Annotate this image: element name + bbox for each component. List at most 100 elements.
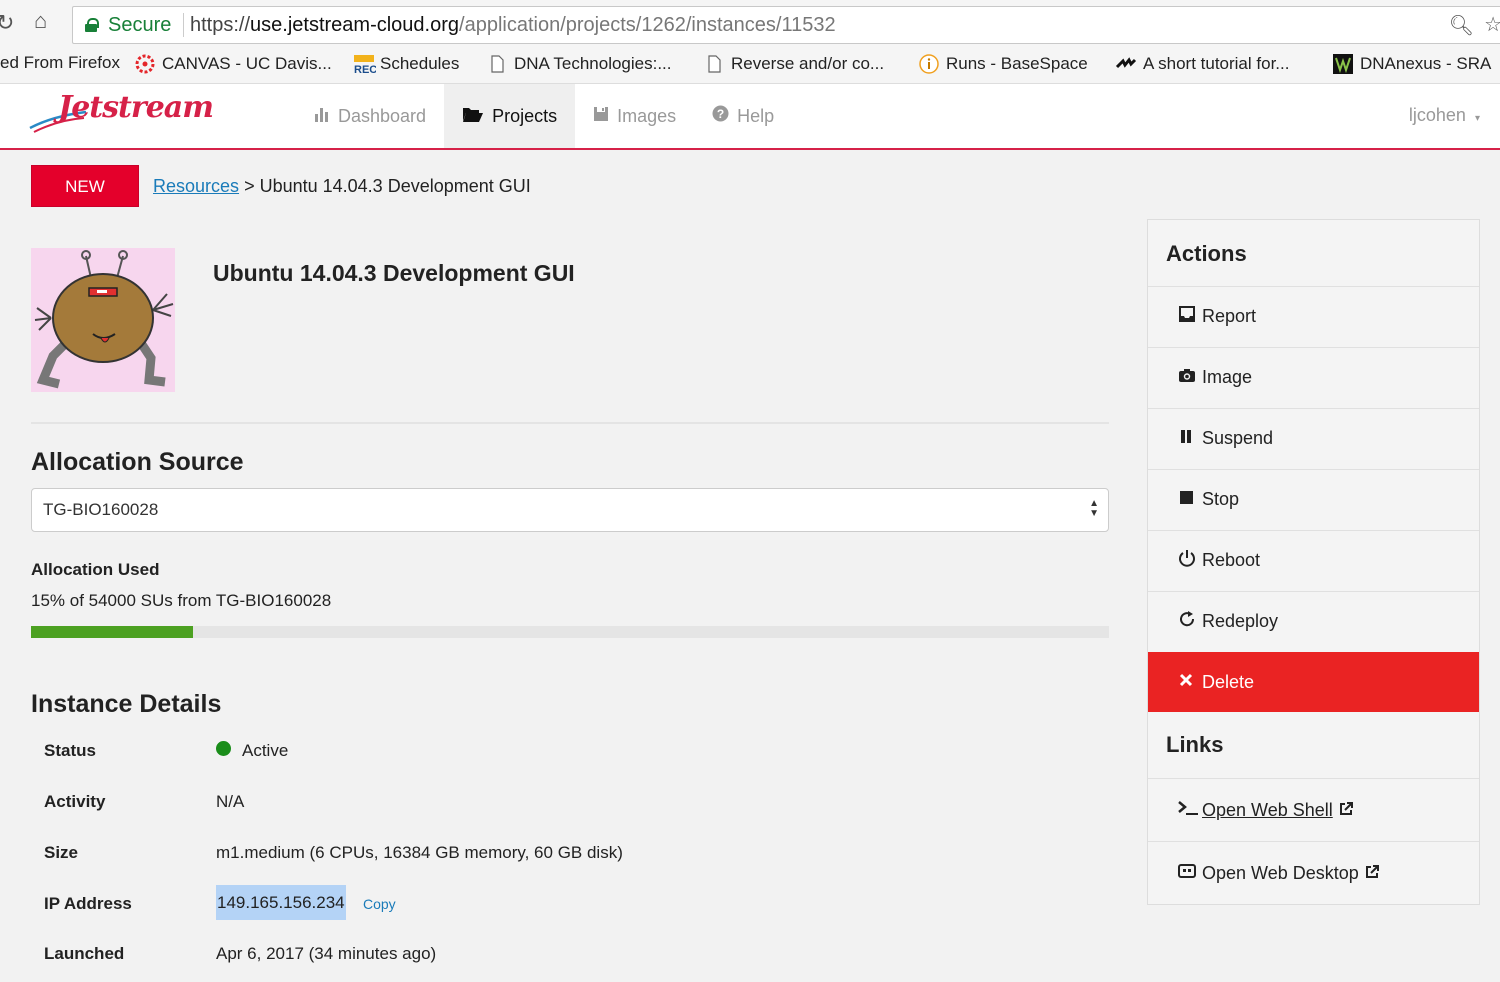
- refresh-icon: [1178, 610, 1200, 633]
- nav-dashboard[interactable]: Dashboard: [296, 84, 444, 148]
- main-nav: Dashboard Projects Images ? Help: [296, 84, 792, 148]
- username: ljcohen: [1408, 105, 1466, 125]
- allocation-source-select[interactable]: TG-BIO160028 ▲ ▼: [31, 488, 1109, 532]
- action-label: Reboot: [1202, 550, 1261, 570]
- detail-value-activity: N/A: [216, 792, 245, 811]
- stop-icon: [1178, 489, 1200, 510]
- jetstream-logo[interactable]: Jetstream: [28, 88, 214, 144]
- info-icon: [918, 53, 940, 75]
- allocation-progress-bar: [31, 626, 1109, 638]
- nav-projects[interactable]: Projects: [444, 84, 576, 148]
- bookmark-item[interactable]: DNAnexus - SRA: [1332, 53, 1491, 75]
- bookmark-label: ed From Firefox: [0, 53, 120, 72]
- action-redeploy[interactable]: Redeploy: [1148, 591, 1479, 651]
- url-text[interactable]: https://use.jetstream-cloud.org/applicat…: [190, 14, 836, 37]
- bookmark-item[interactable]: A short tutorial for...: [1115, 53, 1289, 75]
- folder-open-icon: [462, 106, 484, 127]
- svg-text:?: ?: [717, 107, 724, 121]
- bookmark-item[interactable]: CANVAS - UC Davis...: [134, 53, 332, 75]
- detail-label-launched: Launched: [44, 944, 125, 963]
- nav-label: Dashboard: [338, 105, 427, 126]
- action-image[interactable]: Image: [1148, 347, 1479, 407]
- allocation-progress-fill: [31, 626, 193, 638]
- bookmark-label: CANVAS - UC Davis...: [162, 54, 332, 73]
- nav-label: Images: [617, 105, 677, 126]
- action-delete[interactable]: Delete: [1148, 652, 1479, 712]
- omnibox-divider: [183, 13, 184, 37]
- bookmark-label: DNA Technologies:...: [514, 54, 672, 73]
- home-icon[interactable]: ⌂: [34, 8, 47, 34]
- nav-help[interactable]: ? Help: [694, 84, 792, 148]
- power-icon: [1178, 549, 1200, 572]
- action-suspend[interactable]: Suspend: [1148, 408, 1479, 468]
- app-header: Jetstream Dashboard Projects Images ? He…: [0, 84, 1500, 150]
- action-label: Suspend: [1202, 428, 1274, 448]
- pause-icon: [1178, 428, 1200, 449]
- bookmark-star-icon[interactable]: ☆: [1484, 12, 1500, 37]
- external-link-icon: [1365, 864, 1379, 882]
- nav-images[interactable]: Images: [575, 84, 694, 148]
- breadcrumb-current: Ubuntu 14.04.3 Development GUI: [259, 176, 531, 196]
- breadcrumb-resources-link[interactable]: Resources: [153, 176, 239, 196]
- reload-icon[interactable]: ↻: [0, 10, 14, 36]
- lock-icon: [85, 18, 99, 32]
- new-button[interactable]: NEW: [31, 165, 139, 207]
- dnanexus-icon: [1332, 53, 1354, 75]
- link-label: Open Web Desktop: [1202, 862, 1359, 883]
- caret-down-icon: ▾: [1474, 113, 1480, 124]
- rec-icon: REC: [352, 53, 377, 76]
- bookmark-label: Runs - BaseSpace: [946, 54, 1088, 73]
- action-label: Delete: [1202, 671, 1255, 692]
- breadcrumb-separator: >: [244, 176, 255, 196]
- zoom-icon[interactable]: 🔍︎: [1449, 13, 1474, 38]
- page-icon: [703, 53, 725, 75]
- bird-icon: [1115, 53, 1137, 75]
- section-divider: [31, 422, 1109, 424]
- detail-label-ip: IP Address: [44, 894, 132, 913]
- detail-value-launched: Apr 6, 2017 (34 minutes ago): [216, 944, 437, 963]
- copy-ip-button[interactable]: Copy: [363, 896, 396, 912]
- detail-value-status: Active: [242, 741, 289, 760]
- secure-label: Secure: [108, 14, 172, 36]
- select-updown-icon: ▲ ▼: [1089, 498, 1099, 519]
- detail-label-status: Status: [44, 741, 96, 760]
- user-menu[interactable]: ljcohen ▾: [1409, 105, 1480, 126]
- action-label: Report: [1202, 306, 1257, 326]
- actions-sidebar: Actions Report Image Suspend Stop Reboot…: [1147, 219, 1480, 905]
- close-icon: [1178, 672, 1200, 693]
- question-icon: ?: [712, 105, 729, 127]
- breadcrumb: Resources > Ubuntu 14.04.3 Development G…: [153, 176, 531, 197]
- bookmark-item[interactable]: ed From Firefox: [0, 53, 120, 73]
- detail-label-size: Size: [44, 843, 79, 862]
- address-bar[interactable]: Secure https://use.jetstream-cloud.org/a…: [72, 6, 1500, 44]
- camera-icon: [1178, 367, 1200, 388]
- link-open-web-desktop[interactable]: Open Web Desktop: [1148, 841, 1479, 904]
- action-label: Image: [1202, 367, 1253, 387]
- action-label: Redeploy: [1202, 611, 1279, 631]
- detail-label-activity: Activity: [44, 792, 106, 811]
- detail-value-size: m1.medium (6 CPUs, 16384 GB memory, 60 G…: [216, 843, 623, 862]
- inbox-icon: [1178, 306, 1200, 327]
- external-link-icon: [1339, 801, 1353, 819]
- link-open-web-shell[interactable]: Open Web Shell: [1148, 778, 1479, 841]
- terminal-icon: [1178, 800, 1200, 821]
- action-report[interactable]: Report: [1148, 286, 1479, 346]
- bookmark-item[interactable]: Reverse and/or co...: [703, 53, 884, 75]
- url-scheme: https://: [190, 14, 251, 36]
- action-stop[interactable]: Stop: [1148, 469, 1479, 529]
- action-reboot[interactable]: Reboot: [1148, 530, 1479, 590]
- bookmark-item[interactable]: REC Schedules: [352, 53, 459, 76]
- links-heading: Links: [1166, 732, 1224, 757]
- bookmark-label: Reverse and/or co...: [731, 54, 885, 73]
- bookmark-item[interactable]: DNA Technologies:...: [486, 53, 672, 75]
- bar-chart-icon: [314, 106, 330, 127]
- ip-address-value[interactable]: 149.165.156.234: [216, 885, 346, 920]
- allocation-source-heading: Allocation Source: [31, 448, 244, 476]
- bookmark-item[interactable]: Runs - BaseSpace: [918, 53, 1088, 75]
- bookmark-label: DNAnexus - SRA: [1360, 54, 1492, 73]
- allocation-source-value: TG-BIO160028: [43, 500, 159, 519]
- link-label: Open Web Shell: [1202, 799, 1333, 820]
- desktop-icon: [1178, 863, 1200, 884]
- svg-text:REC: REC: [354, 64, 376, 75]
- logo-text: Jetstream: [58, 90, 214, 125]
